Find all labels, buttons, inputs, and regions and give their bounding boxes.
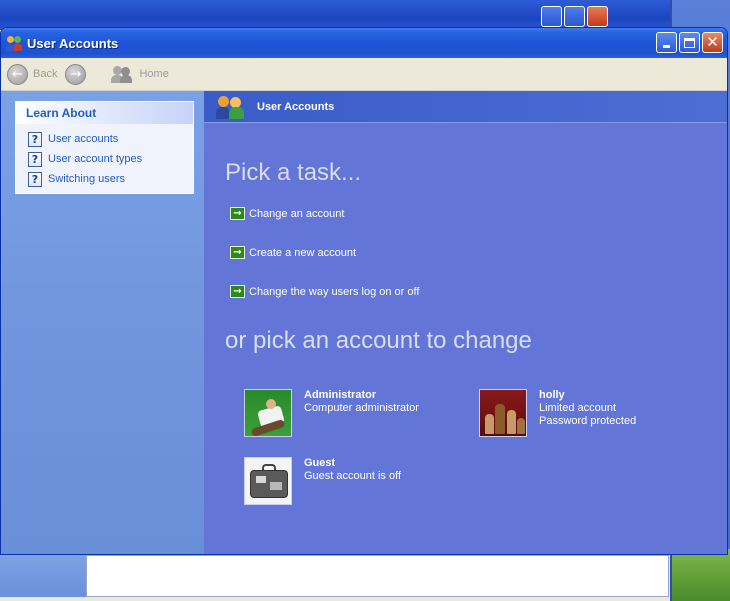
chess-picture xyxy=(479,389,527,437)
background-window-buttons xyxy=(541,6,608,27)
account-status: Guest account is off xyxy=(304,470,402,482)
toolbar: ← Back → Home xyxy=(1,58,727,91)
learn-item-label: Switching users xyxy=(48,173,126,185)
pick-task-heading: Pick a task... xyxy=(225,159,362,186)
account-info: holly Limited account Password protected xyxy=(539,389,636,437)
back-label: Back xyxy=(33,68,58,80)
account-type: Computer administrator xyxy=(304,402,419,414)
task-label: Create a new account xyxy=(249,246,357,259)
account-info: Administrator Computer administrator xyxy=(304,389,419,437)
main-header: User Accounts xyxy=(204,91,727,123)
learn-item-user-account-types[interactable]: ? User account types xyxy=(28,149,193,169)
account-name: holly xyxy=(539,389,565,401)
background-minimize-button[interactable] xyxy=(541,6,562,27)
help-icon: ? xyxy=(28,151,42,167)
skateboard-picture xyxy=(244,389,292,437)
arrow-right-icon: → xyxy=(230,207,245,220)
desktop-wallpaper-grass xyxy=(670,549,730,601)
minimize-button[interactable] xyxy=(656,32,677,53)
account-status: Password protected xyxy=(539,415,637,427)
home-button[interactable]: Home xyxy=(99,65,169,83)
account-name: Guest xyxy=(304,457,336,469)
close-icon: ✕ xyxy=(706,33,719,51)
home-label: Home xyxy=(139,68,169,80)
maximize-button[interactable] xyxy=(679,32,700,53)
minimize-icon xyxy=(663,45,670,48)
help-icon: ? xyxy=(28,131,42,147)
task-change-account[interactable]: → Change an account xyxy=(230,207,344,220)
learn-item-label: User account types xyxy=(48,153,143,165)
learn-about-panel: Learn About ? User accounts ? User accou… xyxy=(15,101,194,194)
window-controls: ✕ xyxy=(656,32,723,53)
briefcase-picture xyxy=(244,457,292,505)
task-label: Change the way users log on or off xyxy=(249,285,420,298)
main-panel: User Accounts Pick a task... → Change an… xyxy=(204,91,727,554)
user-accounts-icon xyxy=(216,95,246,119)
background-window-panel xyxy=(0,555,86,597)
learn-item-switching-users[interactable]: ? Switching users xyxy=(28,169,193,189)
main-header-title: User Accounts xyxy=(257,100,335,113)
account-name: Administrator xyxy=(304,389,377,401)
background-close-button[interactable] xyxy=(587,6,608,27)
arrow-right-icon: → xyxy=(230,285,245,298)
title-bar[interactable]: User Accounts ✕ xyxy=(1,28,727,58)
background-window-content xyxy=(86,555,669,597)
task-label: Change an account xyxy=(249,207,345,220)
user-accounts-window: User Accounts ✕ ← Back → Home Learn Abou… xyxy=(0,27,728,555)
content-area: Learn About ? User accounts ? User accou… xyxy=(1,91,727,554)
account-holly[interactable]: holly Limited account Password protected xyxy=(479,389,636,437)
arrow-right-icon: → xyxy=(230,246,245,259)
sidebar: Learn About ? User accounts ? User accou… xyxy=(1,91,204,554)
task-change-logon[interactable]: → Change the way users log on or off xyxy=(230,285,419,298)
account-administrator[interactable]: Administrator Computer administrator xyxy=(244,389,419,437)
forward-button[interactable]: → xyxy=(65,63,91,85)
learn-about-list: ? User accounts ? User account types ? S… xyxy=(16,124,193,193)
task-create-account[interactable]: → Create a new account xyxy=(230,246,356,259)
maximize-icon xyxy=(684,37,695,48)
pick-account-heading: or pick an account to change xyxy=(225,327,532,354)
window-title: User Accounts xyxy=(27,35,119,51)
background-maximize-button[interactable] xyxy=(564,6,585,27)
learn-item-label: User accounts xyxy=(48,133,119,145)
help-icon: ? xyxy=(28,171,42,187)
user-accounts-icon xyxy=(6,35,22,51)
account-info: Guest Guest account is off xyxy=(304,457,401,505)
close-button[interactable]: ✕ xyxy=(702,32,723,53)
learn-item-user-accounts[interactable]: ? User accounts xyxy=(28,129,193,149)
account-guest[interactable]: Guest Guest account is off xyxy=(244,457,401,505)
back-arrow-icon: ← xyxy=(7,63,28,85)
forward-arrow-icon: → xyxy=(65,63,87,85)
back-button[interactable]: ← Back xyxy=(7,63,58,85)
home-users-icon xyxy=(111,65,133,83)
account-type: Limited account xyxy=(539,402,617,414)
learn-about-title: Learn About xyxy=(16,102,193,124)
